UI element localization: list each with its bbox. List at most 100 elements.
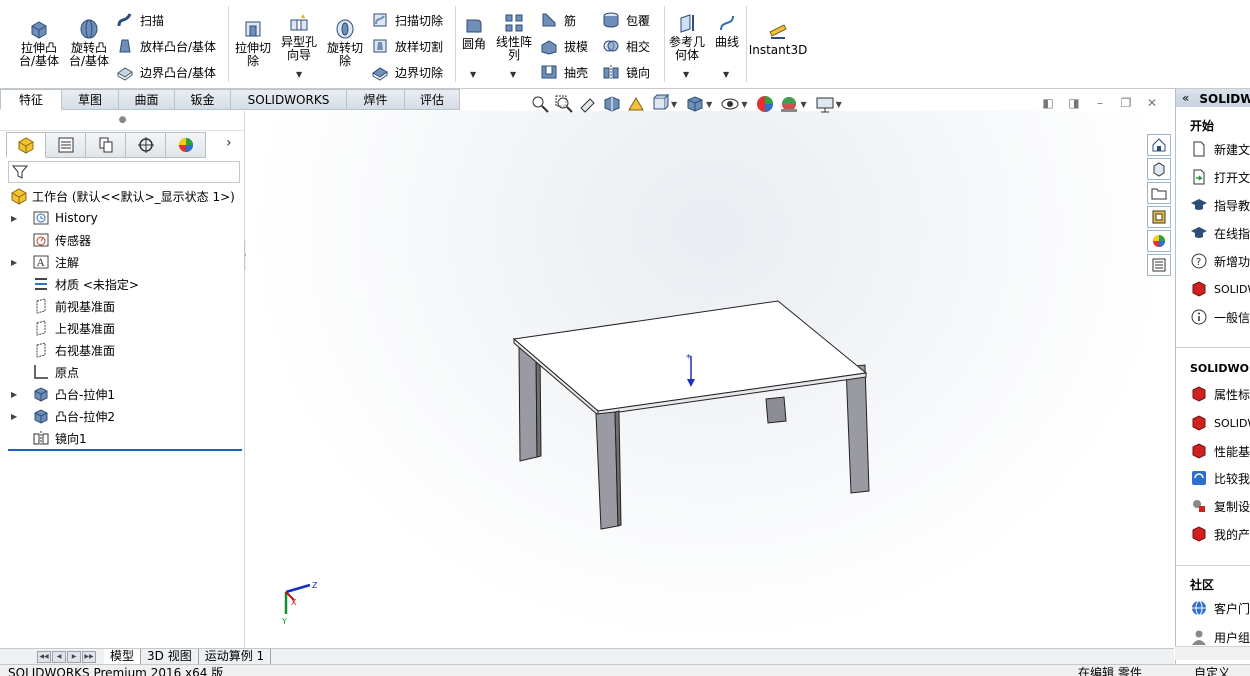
apply-scene-icon[interactable]	[779, 94, 799, 114]
curves-button[interactable]: 曲线	[712, 12, 742, 49]
curves-dropdown-icon[interactable]: ▼	[723, 70, 729, 79]
tab-appearances[interactable]	[1147, 230, 1171, 252]
view-settings-dropdown-icon[interactable]: ▼	[836, 100, 842, 109]
tree-item-annotations[interactable]: ▶ A 注解	[0, 251, 245, 273]
expand-arrow-icon[interactable]: ▶	[11, 214, 17, 223]
collapse-task-pane-icon[interactable]: «	[1182, 91, 1189, 105]
link-performance-benchmark[interactable]: 性能基准测试	[1190, 440, 1250, 462]
link-new-document[interactable]: 新建文档	[1190, 138, 1250, 160]
hide-show-dropdown-icon[interactable]: ▼	[741, 100, 747, 109]
tab-configuration-manager[interactable]	[86, 132, 126, 158]
fillet-button[interactable]: 圆角	[459, 14, 489, 51]
link-property-tab-builder[interactable]: 属性标签编制程序	[1190, 383, 1250, 405]
link-user-groups[interactable]: 用户组	[1190, 626, 1250, 648]
close-icon[interactable]: ✕	[1144, 95, 1160, 111]
tree-item-material[interactable]: 材质 <未指定>	[0, 273, 245, 295]
expand-arrow-icon[interactable]: ▶	[11, 412, 17, 421]
sweep-button[interactable]: 扫描	[116, 10, 164, 30]
tree-item-mirror1[interactable]: 镜向1	[0, 427, 245, 449]
extrude-boss-button[interactable]: 拉伸凸 台/基体	[16, 18, 62, 68]
mirror-button[interactable]: 镜向	[602, 62, 650, 82]
tree-root[interactable]: 工作台 (默认<<默认>_显示状态 1>)	[0, 185, 245, 207]
loft-boss-button[interactable]: 放样凸台/基体	[116, 36, 216, 56]
previous-view-icon[interactable]	[578, 94, 598, 114]
link-whats-new[interactable]: ? 新增功能	[1190, 250, 1250, 272]
prev-tab-icon[interactable]: ◀	[52, 650, 66, 663]
hole-wizard-button[interactable]: 异型孔 向导	[278, 12, 320, 62]
task-pane-horizontal-scrollbar[interactable]	[1175, 646, 1250, 660]
tab-3d-views[interactable]: 3D 视图	[141, 649, 199, 664]
draft-button[interactable]: 拔模	[540, 36, 588, 56]
first-tab-icon[interactable]: ◀◀	[37, 650, 51, 663]
link-my-products[interactable]: 我的产品	[1190, 523, 1250, 545]
tree-item-origin[interactable]: 原点	[0, 361, 245, 383]
tree-item-boss-extrude1[interactable]: ▶ 凸台-拉伸1	[0, 383, 245, 405]
tab-custom-properties[interactable]	[1147, 254, 1171, 276]
rib-button[interactable]: 筋	[540, 10, 576, 30]
tile-left-icon[interactable]: ◧	[1040, 95, 1056, 111]
rollback-bar[interactable]	[8, 449, 242, 451]
link-copy-settings-wizard[interactable]: 复制设定向导	[1190, 495, 1250, 517]
tab-view-palette[interactable]	[1147, 206, 1171, 228]
tree-item-right-plane[interactable]: 右视基准面	[0, 339, 245, 361]
tree-filter[interactable]	[8, 161, 240, 183]
last-tab-icon[interactable]: ▶▶	[82, 650, 96, 663]
tab-mbd[interactable]: SOLIDWORKS MBD	[231, 89, 347, 127]
link-compare-score[interactable]: 比较我的得分	[1190, 467, 1250, 489]
tab-file-explorer[interactable]	[1147, 182, 1171, 204]
tab-features[interactable]: 特征	[0, 89, 62, 110]
expand-arrow-icon[interactable]: ▶	[11, 390, 17, 399]
tree-item-sensors[interactable]: 传感器	[0, 229, 245, 251]
extrude-cut-button[interactable]: 拉伸切 除	[232, 18, 274, 68]
model-view[interactable]: * Z X Y	[246, 111, 1174, 648]
tab-weldments[interactable]: 焊件(D)	[347, 89, 405, 127]
revolve-boss-button[interactable]: 旋转凸 台/基体	[66, 18, 112, 68]
tab-sketch[interactable]: 草图	[62, 89, 119, 110]
tree-item-top-plane[interactable]: 上视基准面	[0, 317, 245, 339]
tab-motion-study[interactable]: 运动算例 1	[199, 649, 272, 664]
link-solidworks-rx[interactable]: SOLIDWORKS Rx	[1190, 412, 1250, 434]
tab-surfaces[interactable]: 曲面	[119, 89, 175, 110]
tab-dimxpert[interactable]	[126, 132, 166, 158]
instant3d-button[interactable]: Instant3D	[749, 20, 807, 57]
fillet-dropdown-icon[interactable]: ▼	[470, 70, 476, 79]
status-units-custom[interactable]: 自定义	[1194, 665, 1230, 676]
linear-pattern-dropdown-icon[interactable]: ▼	[510, 70, 516, 79]
wrap-button[interactable]: 包覆	[602, 10, 650, 30]
intersect-button[interactable]: 相交	[602, 36, 650, 56]
reference-geometry-button[interactable]: 参考几 何体	[668, 12, 706, 62]
apply-scene-dropdown-icon[interactable]: ▼	[800, 100, 806, 109]
edit-appearance-icon[interactable]	[755, 94, 775, 114]
tab-feature-tree[interactable]	[6, 132, 46, 158]
restore-icon[interactable]: ❐	[1118, 95, 1134, 111]
boundary-cut-button[interactable]: 边界切除	[371, 62, 443, 82]
tree-item-boss-extrude2[interactable]: ▶ 凸台-拉伸2	[0, 405, 245, 427]
display-style-icon[interactable]	[685, 94, 705, 114]
zoom-to-fit-icon[interactable]	[530, 94, 550, 114]
tab-model[interactable]: 模型	[104, 649, 142, 664]
tab-evaluate[interactable]: 评估	[405, 89, 460, 110]
tab-property-manager[interactable]	[46, 132, 86, 158]
tile-right-icon[interactable]: ◨	[1066, 95, 1082, 111]
reference-geometry-dropdown-icon[interactable]: ▼	[683, 70, 689, 79]
tab-design-library[interactable]	[1147, 158, 1171, 180]
section-view-icon[interactable]	[602, 94, 622, 114]
link-customer-portal[interactable]: 客户门户	[1190, 597, 1250, 619]
graphics-area[interactable]: * Z X Y	[246, 111, 1174, 648]
link-online-guide[interactable]: 在线指南	[1190, 222, 1250, 244]
panel-grip[interactable]: ●	[0, 111, 245, 131]
tree-item-history[interactable]: ▶ History	[0, 207, 245, 229]
view-settings-icon[interactable]	[815, 94, 835, 114]
shell-button[interactable]: 抽壳	[540, 62, 588, 82]
tab-display-manager[interactable]	[166, 132, 206, 158]
revolve-cut-button[interactable]: 旋转切 除	[324, 18, 366, 68]
view-orientation-icon[interactable]	[650, 94, 670, 114]
link-solidworks-forum[interactable]: SOLIDWORKS Forum	[1190, 278, 1250, 300]
next-tab-icon[interactable]: ▶	[67, 650, 81, 663]
expand-arrow-icon[interactable]: ▶	[11, 258, 17, 267]
link-general-info[interactable]: 一般信息	[1190, 306, 1250, 328]
table-model[interactable]	[512, 300, 870, 530]
link-open-document[interactable]: 打开文档	[1190, 166, 1250, 188]
link-tutorials[interactable]: 指导教程	[1190, 194, 1250, 216]
dynamic-annotation-icon[interactable]	[626, 94, 646, 114]
